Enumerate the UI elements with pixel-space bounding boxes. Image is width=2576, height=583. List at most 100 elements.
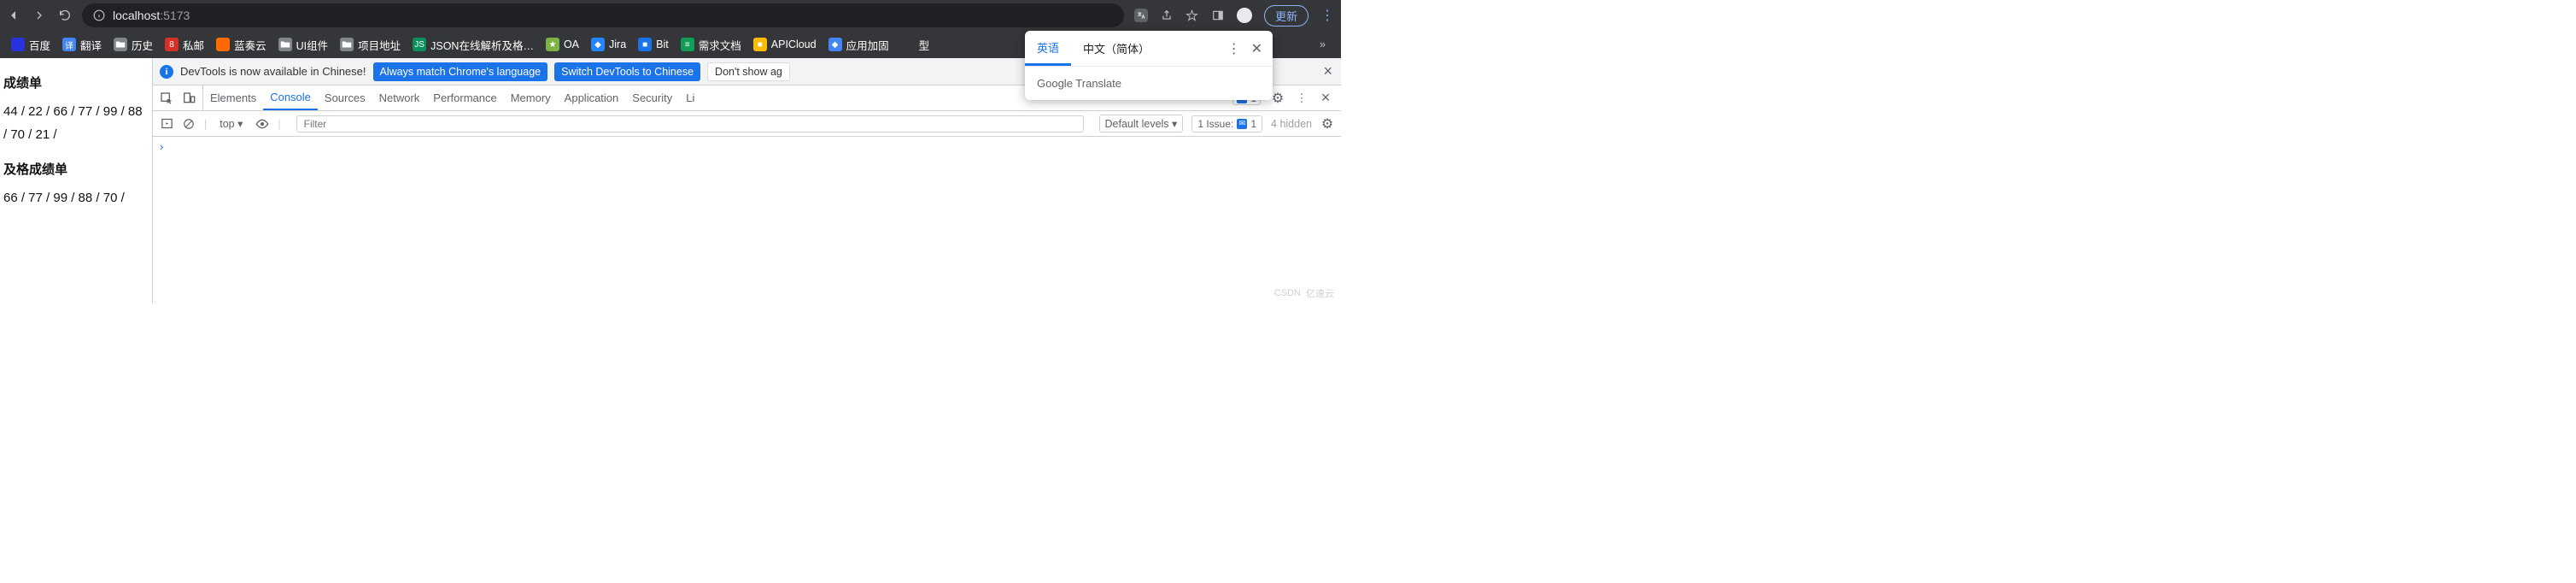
close-devtools-icon[interactable]: × (1319, 91, 1332, 105)
tab-sources[interactable]: Sources (318, 85, 372, 110)
url-host: localhost:5173 (113, 9, 190, 22)
panel-icon[interactable] (1211, 9, 1225, 22)
bookmark-label: Bit (656, 38, 669, 50)
hidden-count[interactable]: 4 hidden (1271, 118, 1312, 130)
share-icon[interactable] (1160, 9, 1174, 22)
page-content: 成绩单 44 / 22 / 66 / 77 / 99 / 88 / 70 / 2… (0, 58, 152, 303)
switch-chinese-button[interactable]: Switch DevTools to Chinese (554, 62, 700, 81)
bookmark-item[interactable]: ◆应用加固 (823, 37, 895, 53)
tab-application[interactable]: Application (558, 85, 626, 110)
favicon: ■ (638, 38, 652, 51)
bookmark-label: 项目地址 (358, 37, 401, 53)
info-icon[interactable] (92, 9, 106, 22)
translate-brand: Google Translate (1025, 67, 1273, 100)
console-settings-icon[interactable]: ⚙ (1320, 117, 1334, 131)
levels-dropdown[interactable]: Default levels ▾ (1099, 115, 1184, 132)
infobar-message: DevTools is now available in Chinese! (180, 65, 366, 78)
translate-tab-zh[interactable]: 中文（简体） (1071, 31, 1162, 66)
overflow-chevron-icon[interactable]: » (1309, 38, 1336, 50)
watermark: CSDN亿速云 (1274, 286, 1334, 300)
translate-icon[interactable] (1134, 9, 1148, 22)
update-button[interactable]: 更新 (1264, 5, 1308, 26)
bookmark-label: APICloud (771, 38, 817, 50)
favicon: 8 (165, 38, 179, 51)
translate-tabs: 英语 中文（简体） ⋮ ✕ (1025, 31, 1273, 67)
favicon (901, 38, 915, 51)
match-language-button[interactable]: Always match Chrome's language (373, 62, 548, 81)
translate-popup: 英语 中文（简体） ⋮ ✕ Google Translate (1025, 31, 1273, 100)
inspect-icon[interactable] (160, 91, 173, 105)
bookmark-label: JSON在线解析及格… (430, 37, 534, 53)
score-list: 44 / 22 / 66 / 77 / 99 / 88 / 70 / 21 / (3, 100, 149, 146)
bookmark-item[interactable]: ■ Bit (632, 38, 675, 51)
pass-list: 66 / 77 / 99 / 88 / 70 / (3, 186, 149, 209)
bookmark-item[interactable]: 型 (895, 37, 936, 53)
sidebar-toggle-icon[interactable] (160, 117, 173, 131)
filter-input[interactable] (296, 115, 1084, 132)
favicon: ≡ (681, 38, 694, 51)
kebab-icon[interactable]: ⋮ (1227, 40, 1241, 57)
issue-icon: ✉ (1237, 119, 1247, 129)
bookmark-label: 翻译 (80, 37, 102, 53)
prompt-icon: › (160, 140, 163, 153)
back-icon[interactable] (7, 9, 20, 22)
menu-icon[interactable]: ⋮ (1320, 9, 1334, 22)
avatar-icon[interactable] (1237, 8, 1252, 23)
heading-pass: 及格成绩单 (3, 158, 149, 181)
inspect-tools (153, 85, 203, 110)
translate-tab-en[interactable]: 英语 (1025, 31, 1071, 66)
dont-show-button[interactable]: Don't show ag (707, 62, 790, 81)
tab-elements[interactable]: Elements (203, 85, 263, 110)
tab-console[interactable]: Console (263, 85, 318, 110)
bookmark-label: Jira (609, 38, 626, 50)
close-icon[interactable]: × (1323, 62, 1332, 80)
bookmark-label: 百度 (29, 37, 50, 53)
tab-memory[interactable]: Memory (504, 85, 558, 110)
eye-icon[interactable] (255, 117, 269, 131)
close-icon[interactable]: ✕ (1251, 40, 1262, 57)
kebab-icon[interactable]: ⋮ (1295, 91, 1308, 105)
star-icon[interactable] (1186, 9, 1199, 22)
bookmark-item[interactable]: 蓝奏云 (210, 37, 272, 53)
bookmark-label: 私邮 (183, 37, 204, 53)
settings-icon[interactable]: ⚙ (1271, 91, 1285, 105)
bookmark-item[interactable]: ★ OA (540, 38, 585, 51)
tab-li[interactable]: Li (679, 85, 701, 110)
browser-toolbar: localhost:5173 更新 ⋮ (0, 0, 1341, 31)
reload-icon[interactable] (58, 9, 72, 22)
console-output[interactable]: › (153, 137, 1341, 303)
tab-security[interactable]: Security (625, 85, 679, 110)
favicon (11, 38, 25, 51)
bookmark-item[interactable]: ≡ 需求文档 (675, 37, 747, 53)
info-icon: i (160, 65, 173, 79)
bookmark-item[interactable]: ■ APICloud (747, 38, 823, 51)
bookmark-item[interactable]: 百度 (5, 37, 56, 53)
favicon: ◆ (828, 38, 842, 51)
issues-badge[interactable]: 1 Issue:✉1 (1191, 115, 1262, 132)
favicon: ★ (546, 38, 559, 51)
folder-icon (114, 38, 127, 51)
bookmark-item[interactable]: ◆ Jira (585, 38, 632, 51)
bookmark-item[interactable]: 8 私邮 (159, 37, 210, 53)
tab-performance[interactable]: Performance (426, 85, 503, 110)
context-dropdown[interactable]: top ▾ (215, 115, 247, 132)
folder-icon (340, 38, 354, 51)
bookmark-item[interactable]: 历史 (108, 37, 159, 53)
bookmark-item[interactable]: UI组件 (272, 37, 335, 53)
bookmark-item[interactable]: 项目地址 (334, 37, 407, 53)
heading-scores: 成绩单 (3, 72, 149, 95)
favicon: ■ (753, 38, 767, 51)
tab-network[interactable]: Network (372, 85, 427, 110)
address-bar[interactable]: localhost:5173 (82, 3, 1124, 27)
bookmark-label: OA (564, 38, 579, 50)
favicon: ◆ (591, 38, 605, 51)
device-icon[interactable] (182, 91, 196, 105)
console-toolbar: | top ▾ | Default levels ▾ 1 Issue:✉1 4 … (153, 111, 1341, 137)
bookmark-item[interactable]: JS JSON在线解析及格… (407, 37, 540, 53)
clear-icon[interactable] (182, 117, 196, 131)
bookmark-label: 需求文档 (699, 37, 741, 53)
favicon: JS (413, 38, 426, 51)
favicon: 译 (62, 38, 76, 51)
bookmark-item[interactable]: 译翻译 (56, 37, 108, 53)
forward-icon[interactable] (32, 9, 46, 22)
